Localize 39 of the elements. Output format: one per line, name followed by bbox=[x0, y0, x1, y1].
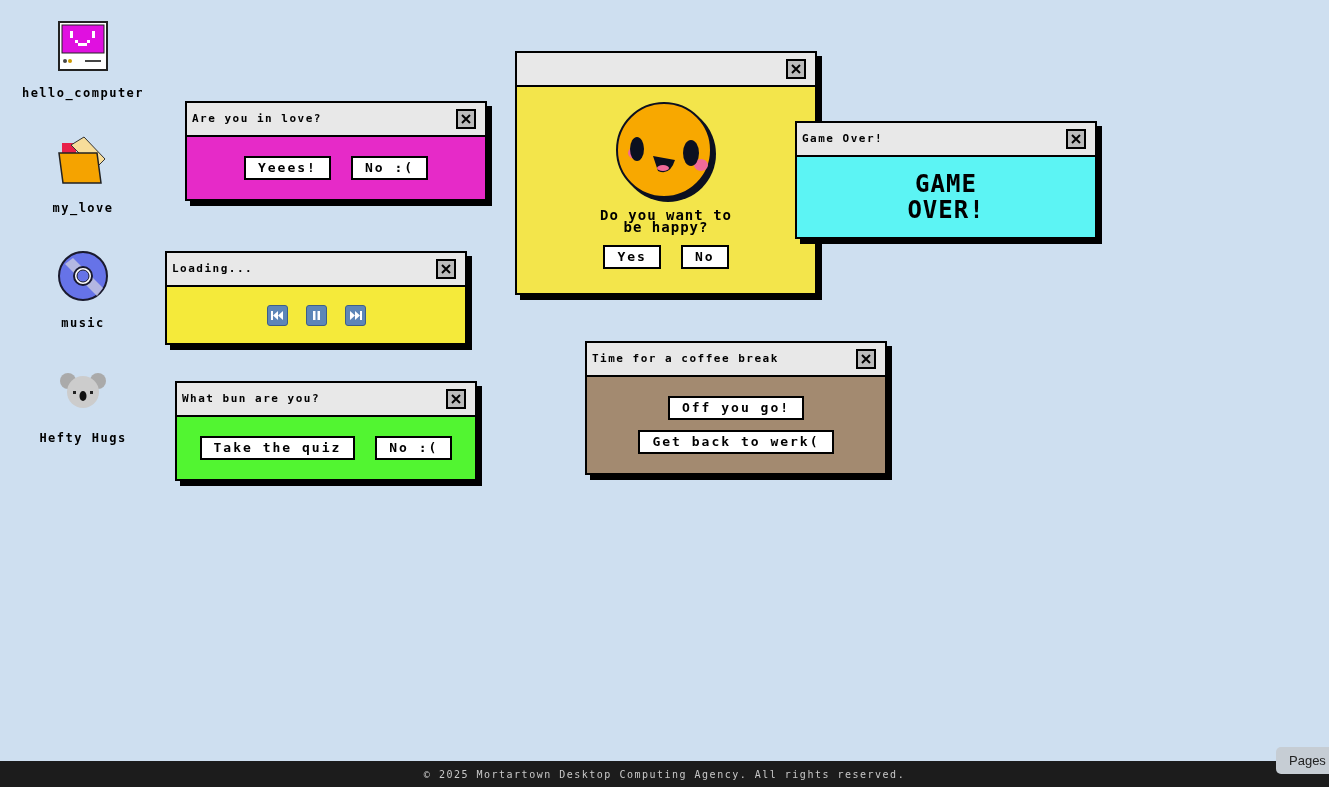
desktop-icon-label[interactable]: my_love bbox=[52, 199, 114, 217]
desktop-icon-label[interactable]: music bbox=[61, 314, 105, 332]
dialog-button[interactable]: Off you go! bbox=[667, 396, 805, 420]
dialog-button[interactable]: Take the quiz bbox=[199, 436, 356, 460]
game-over-text: GAME OVER! bbox=[906, 171, 986, 223]
close-icon bbox=[461, 114, 471, 124]
dialog-button[interactable]: Yeees! bbox=[243, 156, 331, 180]
close-icon bbox=[441, 264, 451, 274]
dialog-button[interactable]: No bbox=[680, 245, 729, 269]
smiley-face-icon bbox=[615, 101, 717, 203]
dialog-button[interactable]: Yes bbox=[603, 245, 661, 269]
dialog-button[interactable]: No :( bbox=[375, 436, 453, 460]
close-button[interactable] bbox=[456, 109, 476, 129]
close-button[interactable] bbox=[786, 59, 806, 79]
window-title: Time for a coffee break bbox=[592, 350, 779, 367]
window-title: Game Over! bbox=[802, 130, 884, 147]
pages-tooltip[interactable]: Pages bbox=[1276, 747, 1329, 774]
dialog-button[interactable]: No :( bbox=[350, 156, 429, 180]
dialog-button[interactable]: Get back to werk( bbox=[638, 430, 834, 454]
window-title: Loading... bbox=[172, 260, 254, 277]
pause-icon[interactable] bbox=[305, 304, 327, 326]
next-track-icon[interactable] bbox=[344, 304, 366, 326]
close-icon bbox=[861, 354, 871, 364]
close-icon bbox=[451, 394, 461, 404]
close-button[interactable] bbox=[446, 389, 466, 409]
disc-icon bbox=[57, 250, 109, 302]
window-title: What bun are you? bbox=[182, 390, 321, 407]
close-button[interactable] bbox=[436, 259, 456, 279]
close-icon bbox=[791, 64, 801, 74]
copyright-text: © 2025 Mortartown Desktop Computing Agency. All rights reserved. bbox=[423, 767, 906, 782]
close-button[interactable] bbox=[1066, 129, 1086, 149]
previous-track-icon[interactable] bbox=[266, 304, 288, 326]
window-title: Are you in love? bbox=[192, 110, 322, 127]
computer-icon bbox=[57, 20, 109, 72]
desktop-icon-label[interactable]: Hefty Hugs bbox=[39, 429, 127, 447]
close-button[interactable] bbox=[856, 349, 876, 369]
desktop-icon-label[interactable]: hello_computer bbox=[21, 84, 145, 102]
question-text: Do you want to be happy? bbox=[599, 209, 733, 233]
close-icon bbox=[1071, 134, 1081, 144]
